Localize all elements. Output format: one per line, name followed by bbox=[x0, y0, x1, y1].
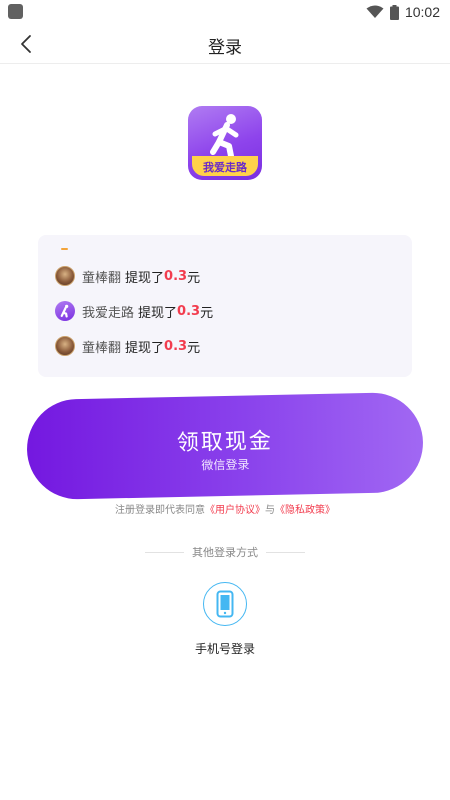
agreement-joiner: 与 bbox=[265, 505, 275, 516]
agreement-notice: 注册登录即代表同意《用户协议》与《隐私政策》 bbox=[0, 501, 450, 516]
phone-login-button[interactable] bbox=[203, 582, 247, 626]
app-avatar bbox=[55, 301, 75, 321]
phone-icon bbox=[216, 590, 234, 618]
avatar bbox=[55, 336, 75, 356]
status-time: 10:02 bbox=[404, 4, 440, 20]
avatar bbox=[55, 266, 75, 286]
feed-unit: 元 bbox=[187, 340, 201, 356]
feed-unit: 元 bbox=[200, 305, 214, 321]
feed-user-name: 我爱走路 bbox=[82, 305, 135, 321]
privacy-policy-link[interactable]: 《隐私政策》 bbox=[275, 505, 335, 516]
divider-line bbox=[266, 551, 305, 553]
notification-icon bbox=[8, 4, 23, 19]
claim-cash-wechat-login-button[interactable]: 领取现金 微信登录 bbox=[25, 391, 425, 501]
other-login-divider: 其他登录方式 bbox=[145, 544, 305, 560]
feed-item: 我爱走路 提现了 0.3 元 bbox=[55, 300, 213, 322]
divider-line bbox=[145, 551, 184, 553]
feed-item: 童棒翻 提现了 0.3 元 bbox=[55, 335, 200, 357]
nav-bar: 登录 bbox=[0, 24, 450, 64]
feed-item: 童棒翻 提现了 0.3 元 bbox=[55, 265, 200, 287]
feed-unit: 元 bbox=[187, 270, 201, 286]
withdrawal-feed: 童棒翻 提现了 0.3 元 我爱走路 提现了 0.3 元 童棒翻 提现了 0.3… bbox=[38, 235, 412, 377]
feed-action: 提现了 bbox=[138, 305, 178, 321]
phone-login-label[interactable]: 手机号登录 bbox=[0, 640, 450, 657]
app-logo: 我爱走路 bbox=[188, 106, 262, 180]
feed-user-name: 童棒翻 bbox=[82, 340, 122, 356]
page-title: 登录 bbox=[208, 38, 242, 58]
scroll-indicator bbox=[61, 248, 68, 250]
feed-amount: 0.3 bbox=[177, 303, 201, 319]
feed-amount: 0.3 bbox=[164, 268, 188, 284]
battery-icon bbox=[389, 4, 399, 20]
status-right: 10:02 bbox=[366, 2, 440, 22]
feed-amount: 0.3 bbox=[164, 338, 188, 354]
agreement-prefix: 注册登录即代表同意 bbox=[115, 505, 205, 516]
feed-action: 提现了 bbox=[125, 270, 165, 286]
feed-action: 提现了 bbox=[125, 340, 165, 356]
wifi-icon bbox=[366, 5, 384, 18]
status-bar: 10:02 bbox=[0, 0, 450, 24]
walking-person-icon bbox=[210, 114, 239, 159]
user-agreement-link[interactable]: 《用户协议》 bbox=[205, 505, 265, 516]
other-login-label: 其他登录方式 bbox=[192, 546, 258, 559]
walking-person-icon bbox=[60, 304, 69, 318]
feed-user-name: 童棒翻 bbox=[82, 270, 122, 286]
logo-text: 我爱走路 bbox=[203, 161, 247, 174]
